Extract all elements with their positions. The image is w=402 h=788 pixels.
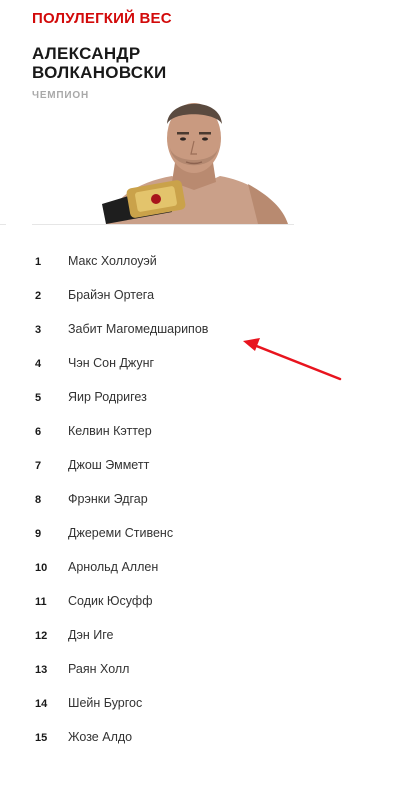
rank-number: 4 bbox=[35, 358, 42, 370]
divider-tick bbox=[0, 224, 6, 225]
ranking-row: 12 Дэн Иге bbox=[0, 621, 402, 655]
rank-number: 12 bbox=[35, 630, 48, 642]
division-title: ПОЛУЛЕГКИЙ ВЕС bbox=[32, 10, 172, 27]
ranking-row: 10 Арнольд Аллен bbox=[0, 553, 402, 587]
section-divider bbox=[32, 224, 294, 225]
ranking-row: 15 Жозе Алдо bbox=[0, 723, 402, 757]
rank-number: 7 bbox=[35, 460, 42, 472]
fighter-name-link[interactable]: Макс Холлоуэй bbox=[68, 254, 157, 268]
ranking-row: 5 Яир Родригез bbox=[0, 383, 402, 417]
rank-number: 14 bbox=[35, 698, 48, 710]
fighter-name-link[interactable]: Джош Эмметт bbox=[68, 458, 149, 472]
fighter-portrait-image bbox=[102, 103, 288, 224]
champion-name[interactable]: АЛЕКСАНДР ВОЛКАНОВСКИ bbox=[32, 44, 202, 82]
ranking-row: 3 Забит Магомедшарипов bbox=[0, 315, 402, 349]
fighter-name-link[interactable]: Раян Холл bbox=[68, 662, 129, 676]
champion-photo[interactable] bbox=[98, 86, 290, 224]
fighter-name-link[interactable]: Чэн Сон Джунг bbox=[68, 356, 154, 370]
ranking-row: 2 Брайэн Ортега bbox=[0, 281, 402, 315]
ranking-row: 13 Раян Холл bbox=[0, 655, 402, 689]
fighter-name-link[interactable]: Келвин Кэттер bbox=[68, 424, 152, 438]
fighter-name-link[interactable]: Шейн Бургос bbox=[68, 696, 142, 710]
rank-number: 3 bbox=[35, 324, 42, 336]
rank-number: 9 bbox=[35, 528, 42, 540]
ranking-row: 6 Келвин Кэттер bbox=[0, 417, 402, 451]
rank-number: 8 bbox=[35, 494, 42, 506]
fighter-name-link[interactable]: Джереми Стивенс bbox=[68, 526, 173, 540]
fighter-name-link[interactable]: Арнольд Аллен bbox=[68, 560, 158, 574]
ranking-row: 4 Чэн Сон Джунг bbox=[0, 349, 402, 383]
fighter-name-link[interactable]: Забит Магомедшарипов bbox=[68, 322, 208, 336]
ranking-row: 8 Фрэнки Эдгар bbox=[0, 485, 402, 519]
rank-number: 13 bbox=[35, 664, 48, 676]
fighter-name-link[interactable]: Фрэнки Эдгар bbox=[68, 492, 148, 506]
fighter-name-link[interactable]: Яир Родригез bbox=[68, 390, 147, 404]
ranking-row: 7 Джош Эмметт bbox=[0, 451, 402, 485]
fighter-name-link[interactable]: Жозе Алдо bbox=[68, 730, 132, 744]
ranking-row: 11 Содик Юсуфф bbox=[0, 587, 402, 621]
champion-label: ЧЕМПИОН bbox=[32, 90, 90, 101]
fighter-name-link[interactable]: Содик Юсуфф bbox=[68, 594, 152, 608]
rank-number: 2 bbox=[35, 290, 42, 302]
ranking-row: 1 Макс Холлоуэй bbox=[0, 247, 402, 281]
ranking-row: 9 Джереми Стивенс bbox=[0, 519, 402, 553]
fighter-name-link[interactable]: Брайэн Ортега bbox=[68, 288, 154, 302]
ranking-row: 14 Шейн Бургос bbox=[0, 689, 402, 723]
rank-number: 6 bbox=[35, 426, 42, 438]
rank-number: 1 bbox=[35, 256, 42, 268]
rank-number: 15 bbox=[35, 732, 48, 744]
rank-number: 11 bbox=[35, 596, 47, 608]
fighter-name-link[interactable]: Дэн Иге bbox=[68, 628, 113, 642]
rankings-list: 1 Макс Холлоуэй 2 Брайэн Ортега 3 Забит Маг… bbox=[0, 247, 402, 757]
rank-number: 5 bbox=[35, 392, 42, 404]
rank-number: 10 bbox=[35, 562, 48, 574]
